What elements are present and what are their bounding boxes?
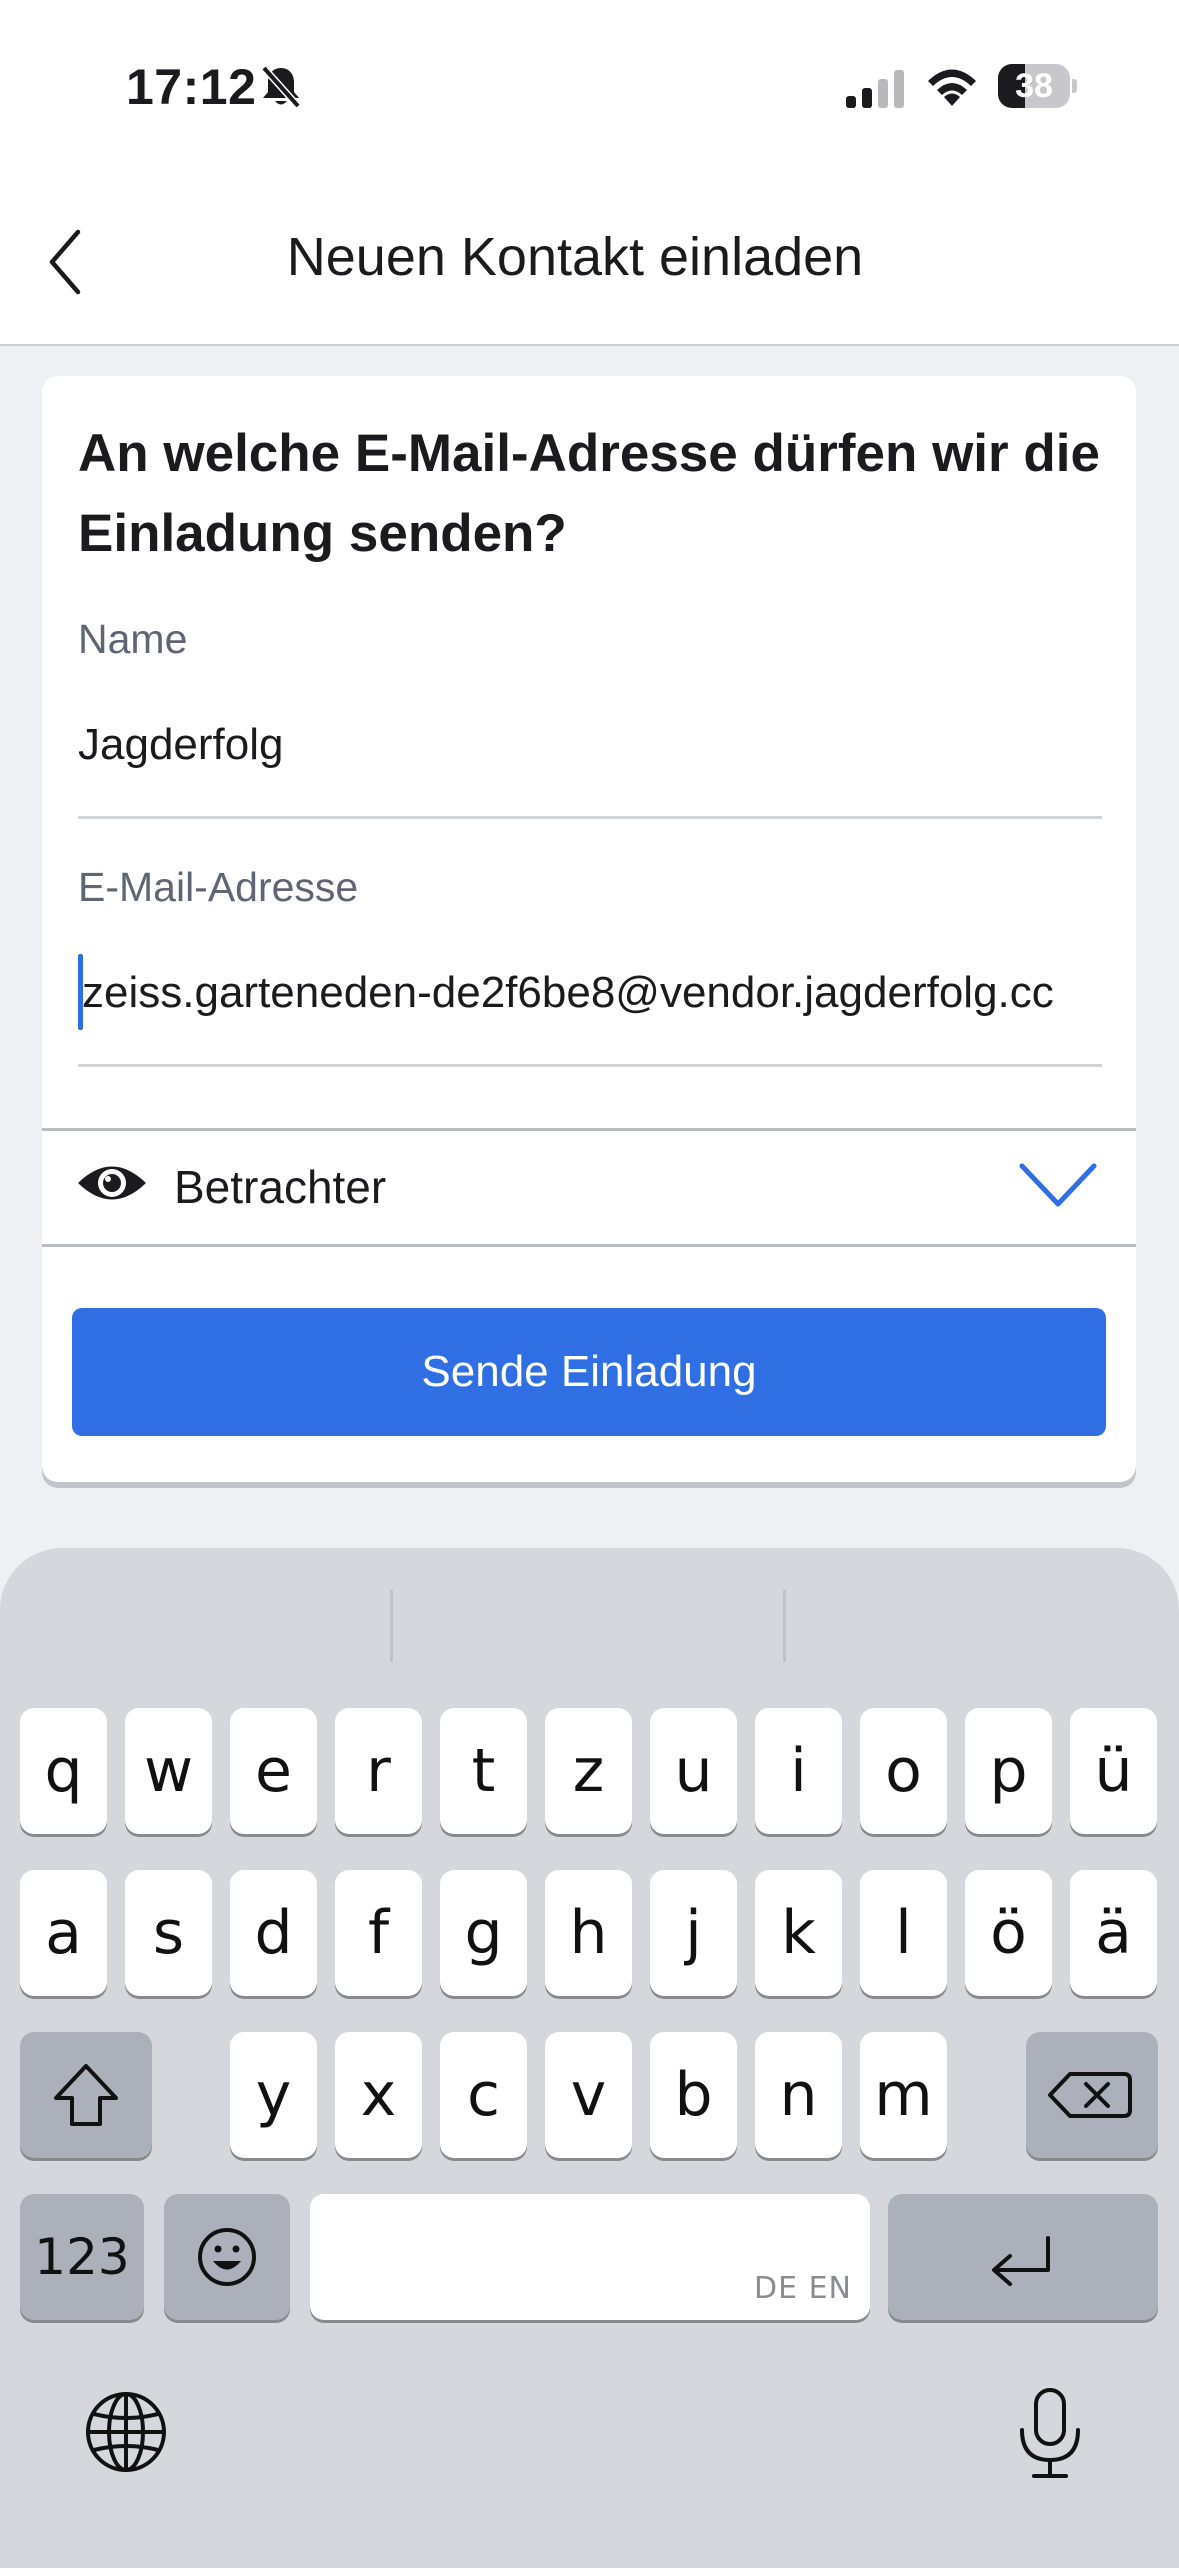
suggestion-separator xyxy=(783,1590,786,1662)
key-l[interactable]: l xyxy=(860,1870,947,1996)
email-label: E-Mail-Adresse xyxy=(78,864,359,910)
key-u[interactable]: u xyxy=(650,1708,737,1834)
divider xyxy=(42,1244,1136,1247)
emoji-key[interactable] xyxy=(164,2194,290,2320)
keyboard: qwertzuiopü asdfghjklöä yxcvbnm 123 DE E… xyxy=(0,1548,1179,2568)
key-p[interactable]: p xyxy=(965,1708,1052,1834)
send-invite-button[interactable]: Sende Einladung xyxy=(72,1308,1106,1436)
page-title: Neuen Kontakt einladen xyxy=(286,227,864,287)
key-h[interactable]: h xyxy=(545,1870,632,1996)
key-t[interactable]: t xyxy=(440,1708,527,1834)
key-z[interactable]: z xyxy=(545,1708,632,1834)
key-y[interactable]: y xyxy=(230,2032,317,2158)
chevron-down-icon xyxy=(1018,1160,1098,1215)
return-key[interactable] xyxy=(888,2194,1158,2320)
backspace-icon xyxy=(1048,2072,1132,2118)
key-d[interactable]: d xyxy=(230,1870,317,1996)
space-key[interactable]: DE EN xyxy=(310,2194,870,2320)
name-underline xyxy=(78,816,1102,819)
key-w[interactable]: w xyxy=(125,1708,212,1834)
key-a[interactable]: a xyxy=(20,1870,107,1996)
shift-icon xyxy=(54,2064,118,2126)
key-ü[interactable]: ü xyxy=(1070,1708,1157,1834)
bell-slash-icon xyxy=(258,64,304,115)
backspace-key[interactable] xyxy=(1026,2032,1158,2158)
key-q[interactable]: q xyxy=(20,1708,107,1834)
key-i[interactable]: i xyxy=(755,1708,842,1834)
emoji-icon xyxy=(198,2228,256,2286)
email-field[interactable]: zeiss.garteneden-de2f6be8@vendor.jagderf… xyxy=(82,968,1112,1018)
key-b[interactable]: b xyxy=(650,2032,737,2158)
battery-icon: 38 xyxy=(998,64,1077,108)
key-k[interactable]: k xyxy=(755,1870,842,1996)
key-ö[interactable]: ö xyxy=(965,1870,1052,1996)
keyboard-languages: DE EN xyxy=(754,2271,852,2306)
invite-card: An welche E-Mail-Adresse dürfen wir die … xyxy=(42,376,1136,1482)
key-c[interactable]: c xyxy=(440,2032,527,2158)
email-underline xyxy=(78,1064,1102,1067)
top-bar xyxy=(0,0,1179,346)
name-field[interactable]: Jagderfolg xyxy=(78,720,1102,770)
key-m[interactable]: m xyxy=(860,2032,947,2158)
key-s[interactable]: s xyxy=(125,1870,212,1996)
status-time: 17:12 xyxy=(126,59,257,115)
key-v[interactable]: v xyxy=(545,2032,632,2158)
return-icon xyxy=(992,2236,1050,2286)
key-e[interactable]: e xyxy=(230,1708,317,1834)
form-question: An welche E-Mail-Adresse dürfen wir die … xyxy=(78,424,1100,563)
cellular-signal-icon xyxy=(846,70,906,113)
key-g[interactable]: g xyxy=(440,1870,527,1996)
key-o[interactable]: o xyxy=(860,1708,947,1834)
shift-key[interactable] xyxy=(20,2032,152,2158)
suggestion-separator xyxy=(390,1590,393,1662)
key-f[interactable]: f xyxy=(335,1870,422,1996)
key-n[interactable]: n xyxy=(755,2032,842,2158)
microphone-icon[interactable] xyxy=(1014,2386,1086,2487)
role-label: Betrachter xyxy=(174,1161,387,1213)
key-j[interactable]: j xyxy=(650,1870,737,1996)
battery-level: 38 xyxy=(1015,67,1053,105)
globe-icon[interactable] xyxy=(82,2388,170,2481)
eye-icon xyxy=(76,1158,148,1213)
wifi-icon xyxy=(924,64,980,113)
key-ä[interactable]: ä xyxy=(1070,1870,1157,1996)
numbers-key[interactable]: 123 xyxy=(20,2194,144,2320)
key-x[interactable]: x xyxy=(335,2032,422,2158)
key-r[interactable]: r xyxy=(335,1708,422,1834)
name-label: Name xyxy=(78,616,188,662)
